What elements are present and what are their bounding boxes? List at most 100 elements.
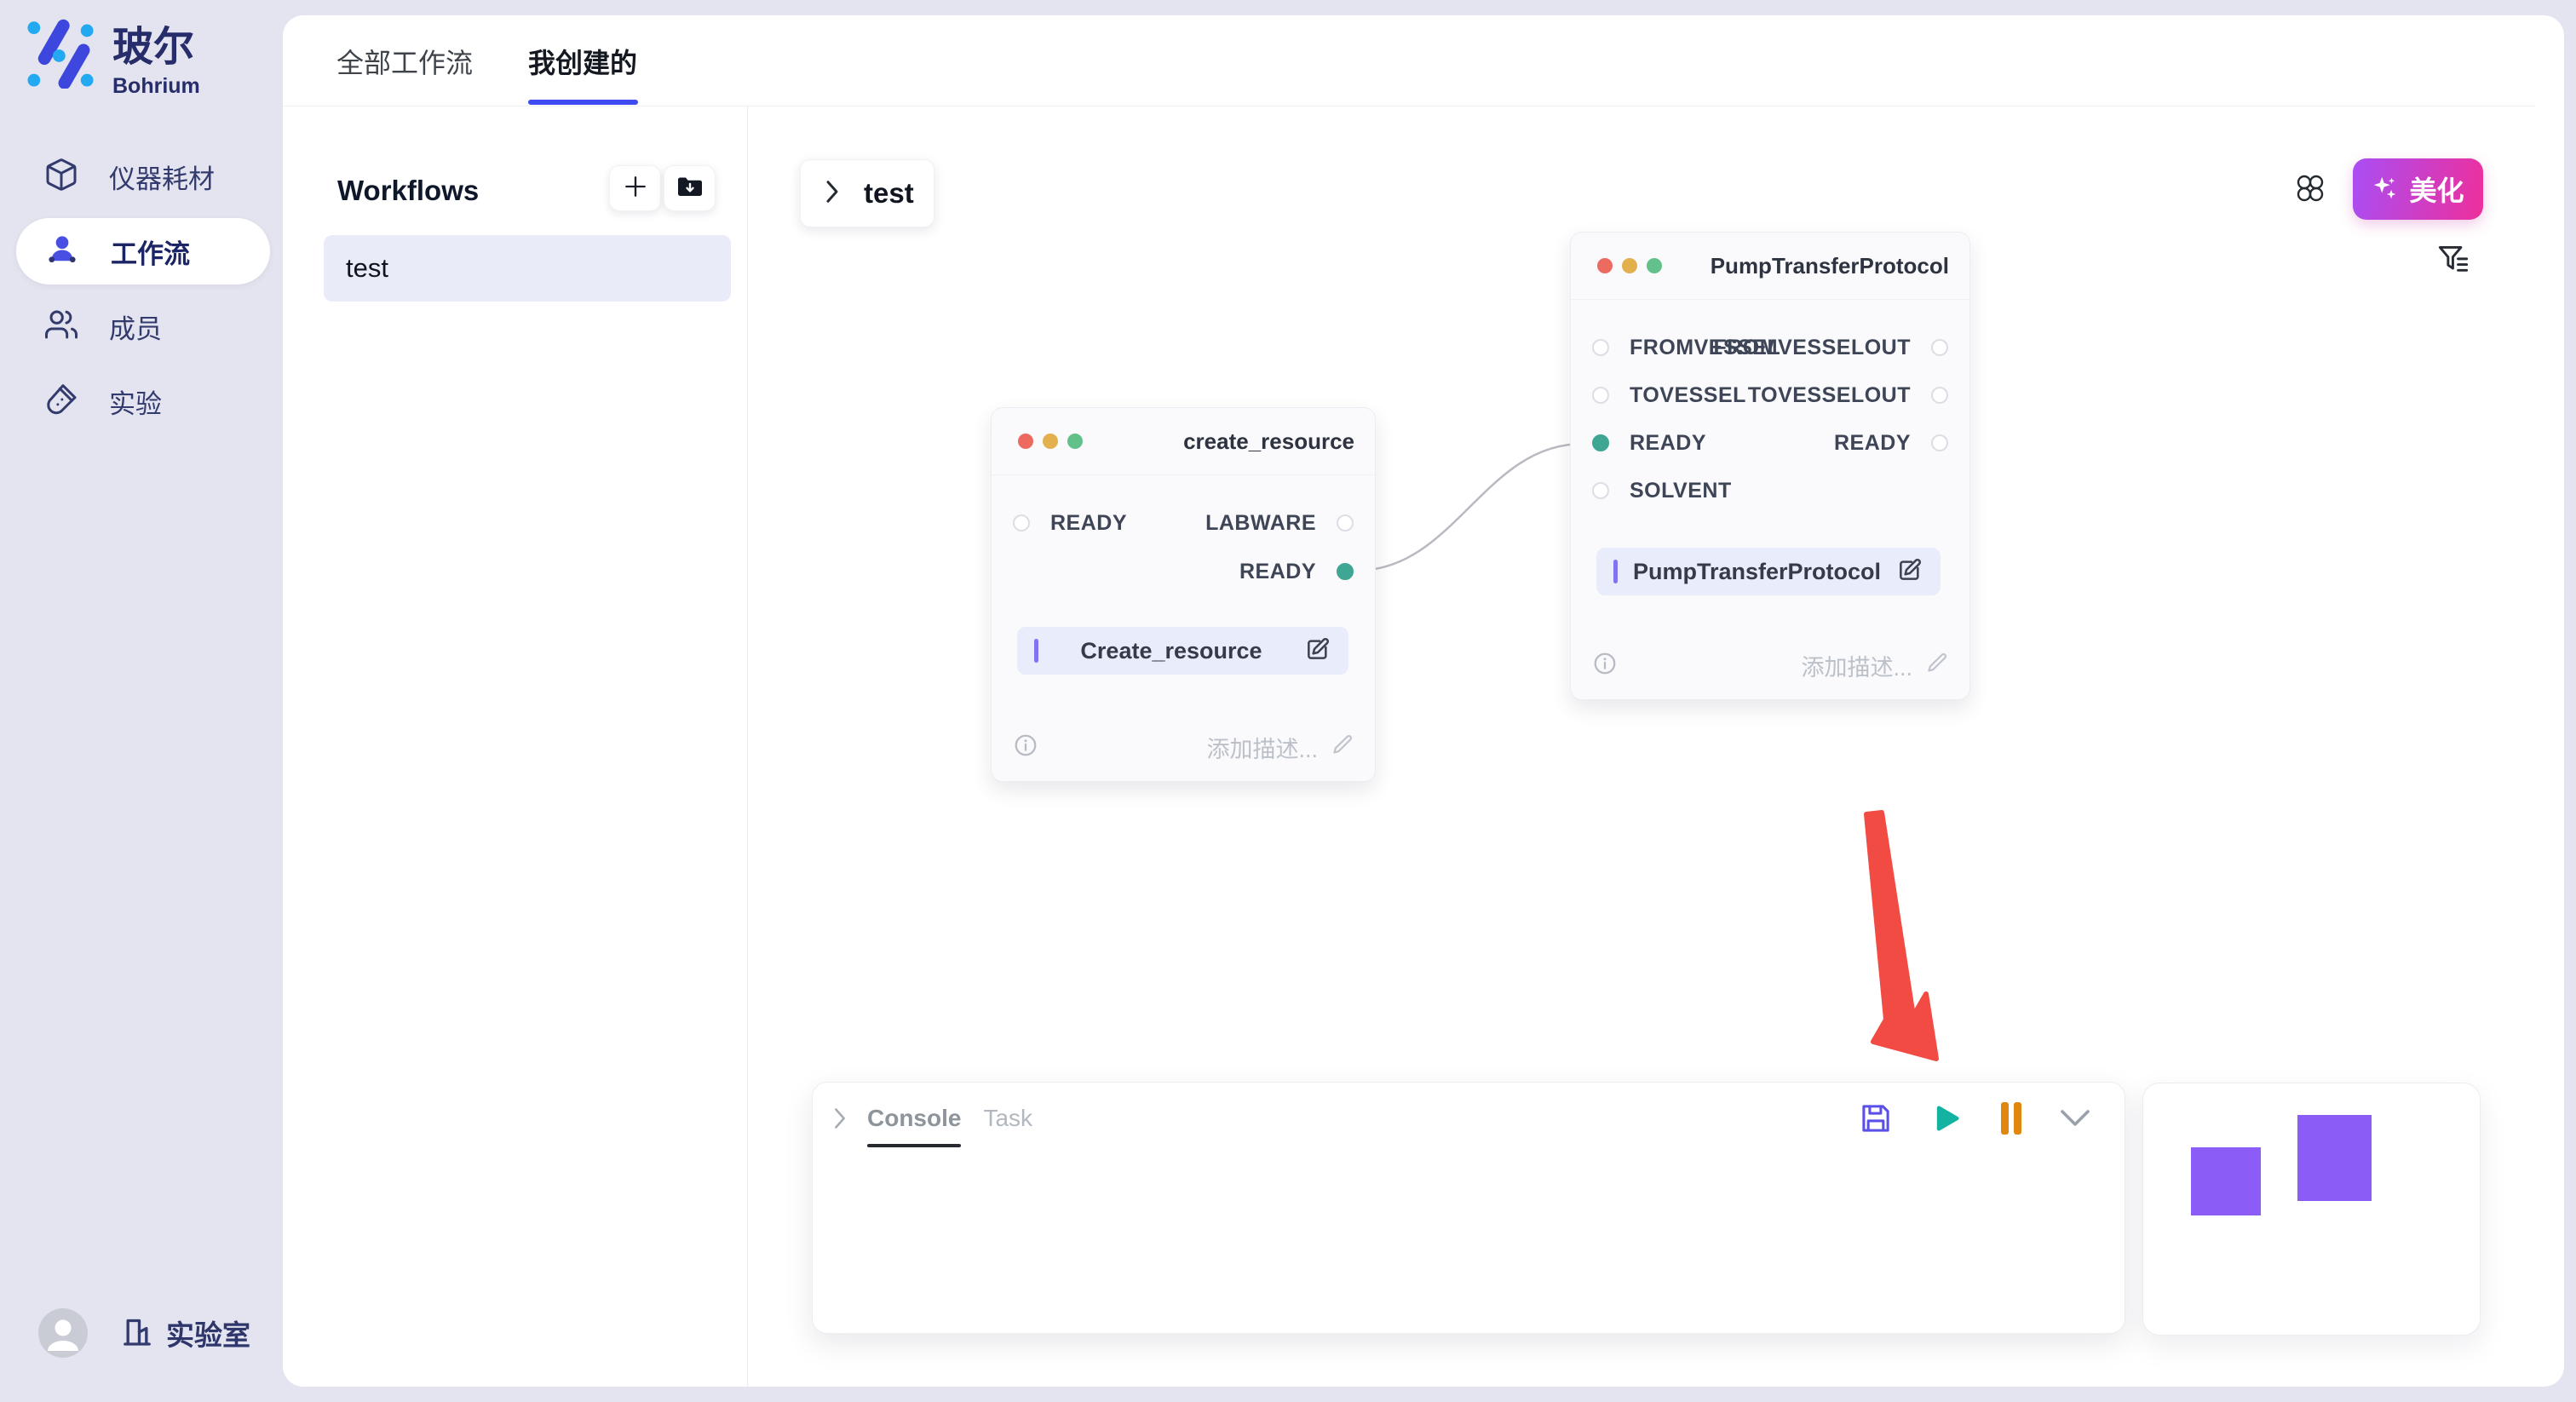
command-palette-button[interactable] [2290, 170, 2331, 210]
console-tab-task[interactable]: Task [983, 1105, 1032, 1132]
console-tab-label: Task [983, 1105, 1032, 1131]
add-workflow-button[interactable] [609, 165, 661, 211]
run-icon [1930, 1102, 1963, 1135]
edit-icon[interactable] [1304, 635, 1331, 667]
logo-title: 玻尔 [112, 26, 200, 71]
sidebar-item-instruments[interactable]: 仪器耗材 [16, 143, 270, 210]
sidebar-item-workflow[interactable]: 工作流 [16, 218, 270, 284]
description-placeholder[interactable]: 添加描述... [1206, 731, 1318, 764]
sidebar-item-label: 工作流 [111, 233, 190, 271]
node-pump-transfer-protocol[interactable]: PumpTransferProtocol FROMVESSEL FROMVESS… [1570, 232, 1970, 700]
port-label: READY [1834, 431, 1911, 456]
info-icon[interactable] [1592, 651, 1618, 681]
pause-icon [2000, 1101, 2022, 1135]
import-folder-button[interactable] [664, 165, 716, 211]
port-labware-out[interactable]: LABWARE [1205, 511, 1354, 535]
tab-label: 我创建的 [528, 42, 637, 81]
node-action-pill[interactable]: Create_resource [1017, 627, 1348, 675]
port-label: FROMVESSELOUT [1713, 336, 1911, 360]
node-title: PumpTransferProtocol [1711, 233, 1949, 300]
port-label: LABWARE [1205, 511, 1316, 536]
pill-label: Create_resource [1038, 638, 1304, 664]
package-icon [44, 158, 78, 196]
sidebar-item-label: 成员 [109, 307, 162, 346]
info-icon[interactable] [1013, 733, 1038, 762]
node-title: create_resource [1183, 408, 1354, 475]
users-icon [44, 307, 78, 346]
port-circle[interactable] [1931, 387, 1948, 404]
pencil-icon[interactable] [1926, 652, 1949, 679]
port-circle[interactable] [1592, 339, 1609, 356]
lab-switcher[interactable]: 实验室 [120, 1313, 250, 1353]
collapse-button[interactable] [2060, 1108, 2090, 1129]
building-icon [120, 1313, 154, 1353]
breadcrumb-label: test [864, 177, 914, 210]
sidebar-item-members[interactable]: 成员 [16, 293, 270, 359]
node-create-resource[interactable]: create_resource READY LABWARE READY Crea… [991, 407, 1376, 782]
port-ready-out[interactable]: READY [1239, 560, 1354, 583]
port-fromvesselout[interactable]: FROMVESSELOUT [1713, 336, 1948, 359]
yellow-dot [1622, 258, 1637, 273]
port-label: TOVESSEL [1630, 383, 1746, 408]
sidebar-item-label: 仪器耗材 [109, 158, 215, 196]
green-dot [1067, 434, 1083, 449]
minimap[interactable] [2142, 1083, 2481, 1336]
collapse-icon [2060, 1108, 2090, 1129]
beautify-label: 美化 [2409, 170, 2464, 209]
traffic-dots [1597, 258, 1662, 273]
logo-subtitle: Bohrium [112, 74, 200, 99]
beautify-button[interactable]: 美化 [2353, 158, 2483, 220]
minimap-node [2191, 1147, 2261, 1215]
breadcrumb[interactable]: test [800, 159, 934, 227]
chevron-right-icon [831, 1106, 848, 1130]
tab-label: 全部工作流 [336, 42, 473, 81]
user-avatar[interactable] [38, 1308, 88, 1358]
port-circle[interactable] [1931, 434, 1948, 451]
pill-label: PumpTransferProtocol [1618, 559, 1896, 585]
workflow-list-item-test[interactable]: test [324, 235, 731, 302]
pencil-icon[interactable] [1331, 733, 1354, 761]
run-button[interactable] [1930, 1102, 1963, 1135]
port-tovessel[interactable]: TOVESSEL [1592, 383, 1746, 407]
workflows-panel: Workflows test [283, 106, 748, 1387]
port-label: TOVESSELOUT [1748, 383, 1911, 408]
port-ready-out[interactable]: READY [1834, 431, 1948, 455]
sidebar-item-experiments[interactable]: 实验 [16, 368, 270, 434]
port-circle[interactable] [1592, 434, 1609, 451]
workflow-person-icon [44, 232, 80, 272]
sidebar-nav: 仪器耗材 工作流 [0, 143, 283, 434]
port-circle[interactable] [1931, 339, 1948, 356]
port-circle[interactable] [1592, 387, 1609, 404]
logo-text: 玻尔 Bohrium [112, 19, 200, 99]
node-action-pill[interactable]: PumpTransferProtocol [1596, 548, 1941, 595]
port-label: SOLVENT [1630, 479, 1732, 503]
port-circle[interactable] [1337, 514, 1354, 531]
edit-icon[interactable] [1896, 556, 1923, 588]
filter-button[interactable] [2435, 243, 2472, 280]
port-circle[interactable] [1337, 563, 1354, 580]
console-panel: Console Task [812, 1082, 2125, 1334]
port-ready-in[interactable]: READY [1013, 511, 1127, 535]
port-solvent[interactable]: SOLVENT [1592, 479, 1732, 503]
pause-button[interactable] [2000, 1101, 2022, 1135]
console-header: Console Task [813, 1083, 2125, 1154]
port-circle[interactable] [1592, 482, 1609, 499]
description-placeholder[interactable]: 添加描述... [1801, 649, 1912, 682]
console-expand-button[interactable] [831, 1106, 848, 1130]
yellow-dot [1043, 434, 1058, 449]
experiment-icon [44, 382, 78, 421]
bohrium-logo-icon [26, 19, 95, 93]
workflow-item-label: test [346, 253, 388, 284]
console-tab-console[interactable]: Console [867, 1105, 961, 1132]
console-tab-label: Console [867, 1105, 961, 1131]
tab-all-workflows[interactable]: 全部工作流 [336, 15, 473, 106]
save-button[interactable] [1859, 1101, 1893, 1135]
workflow-canvas[interactable]: test create_resource READY LABWAR [748, 106, 2564, 1387]
port-tovesselout[interactable]: TOVESSELOUT [1748, 383, 1948, 407]
sidebar-item-label: 实验 [109, 382, 162, 421]
port-circle[interactable] [1013, 514, 1030, 531]
tab-my-created[interactable]: 我创建的 [528, 15, 637, 106]
port-ready-in[interactable]: READY [1592, 431, 1706, 455]
app-logo[interactable]: 玻尔 Bohrium [26, 19, 200, 99]
node-header: create_resource [992, 408, 1375, 475]
